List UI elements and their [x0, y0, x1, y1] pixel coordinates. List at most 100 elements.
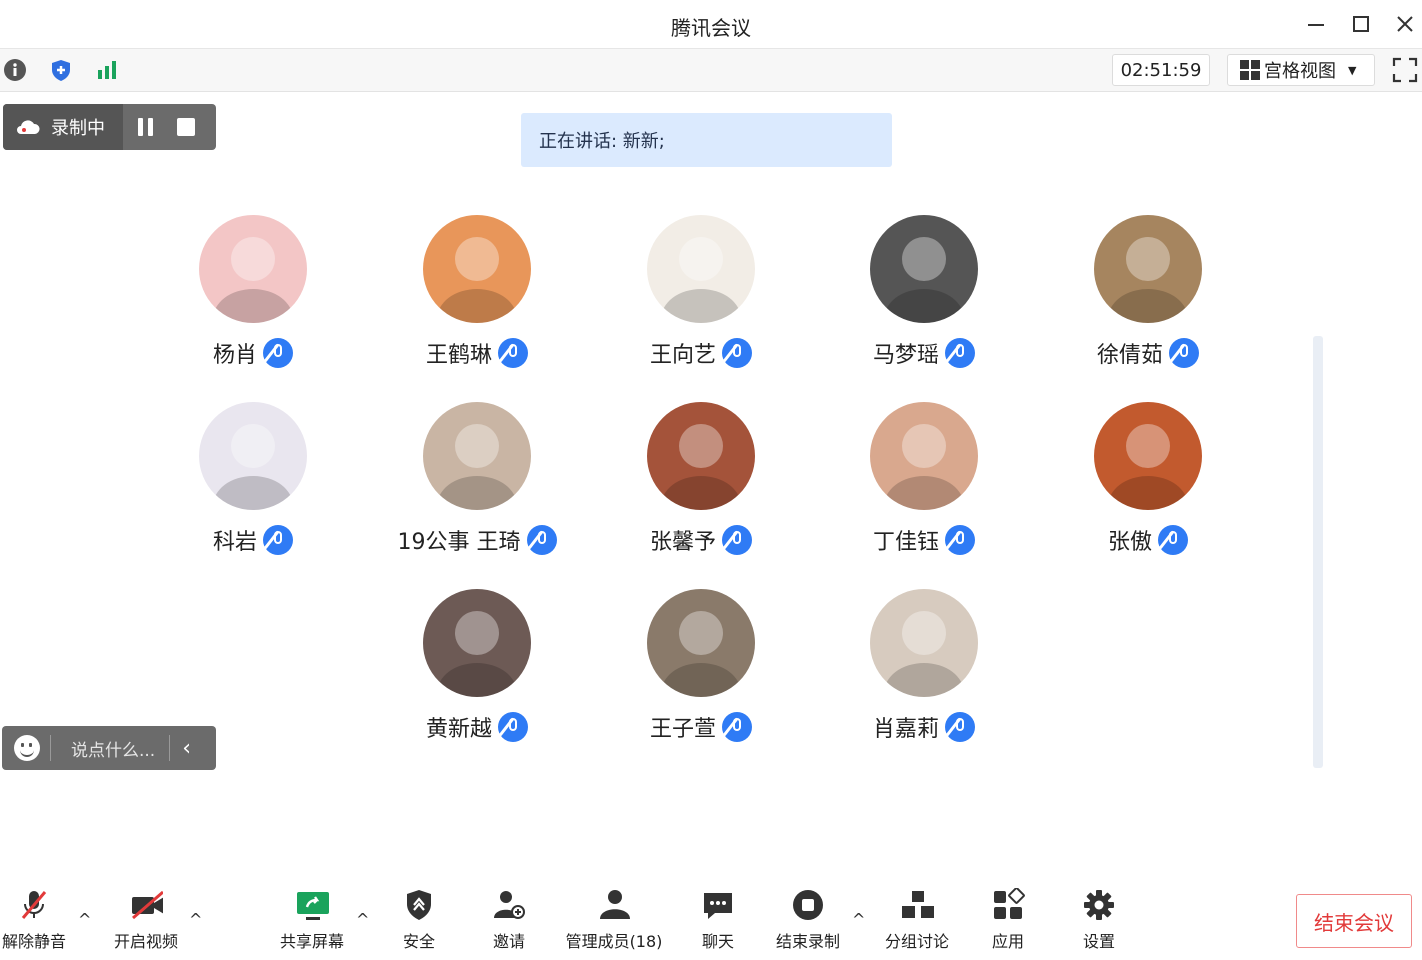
cloud-icon: [17, 120, 40, 134]
participant-name: 黄新越: [425, 717, 492, 742]
participant-name: 肖嘉莉: [872, 717, 939, 742]
participant-name: 科岩: [212, 530, 257, 555]
breakout-rooms-button[interactable]: 分组讨论: [882, 888, 952, 952]
participant-tile[interactable]: 黄新越: [365, 589, 589, 743]
participant-tile[interactable]: 肖嘉莉: [812, 589, 1036, 743]
window-title: 腾讯会议: [671, 16, 751, 40]
view-mode-dropdown[interactable]: 宫格视图 ▼: [1227, 54, 1375, 86]
avatar: [870, 215, 978, 323]
chat-label: 聊天: [701, 932, 734, 951]
start-video-label: 开启视频: [113, 932, 178, 951]
share-screen-label: 共享屏幕: [279, 932, 344, 951]
participant-tile[interactable]: 丁佳钰: [812, 402, 1036, 556]
video-options-caret[interactable]: ^: [189, 910, 202, 929]
microphone-muted-icon: [945, 525, 975, 555]
participant-tile[interactable]: 19公事 王琦: [365, 402, 589, 556]
manage-members-label: 管理成员(18): [565, 932, 663, 951]
participant-tile[interactable]: 科岩: [141, 402, 365, 556]
participant-tile[interactable]: 杨肖: [141, 215, 365, 369]
apps-label: 应用: [991, 932, 1024, 951]
participant-name: 张馨予: [649, 530, 716, 555]
avatar: [423, 589, 531, 697]
emoji-icon[interactable]: [14, 735, 40, 761]
camera-off-icon: [132, 890, 163, 920]
avatar: [647, 215, 755, 323]
share-screen-icon: [297, 892, 329, 920]
pause-recording-button[interactable]: [123, 118, 167, 136]
avatar: [870, 589, 978, 697]
gear-icon: [1084, 890, 1114, 920]
chevron-left-icon[interactable]: ‹: [182, 736, 191, 761]
microphone-muted-icon: [722, 525, 752, 555]
view-mode-label: 宫格视图: [1264, 61, 1336, 82]
participant-name: 马梦瑶: [872, 343, 939, 368]
breakout-rooms-label: 分组讨论: [884, 932, 949, 951]
share-options-caret[interactable]: ^: [356, 910, 369, 929]
security-label: 安全: [402, 932, 435, 951]
stop-recording-bottom-button[interactable]: 结束录制: [772, 888, 844, 952]
invite-label: 邀请: [492, 932, 525, 951]
stop-recording-button[interactable]: [177, 118, 195, 136]
participant-grid: 杨肖 王鹤琳 王向艺 马梦瑶 徐倩茹科岩 19公事 王琦 张馨予 丁佳钰 张傲黄新越 王子萱 肖嘉莉: [0, 180, 1300, 780]
maximize-icon: [1353, 16, 1369, 32]
speaking-text: 正在讲话: 新新;: [539, 131, 665, 152]
close-button[interactable]: [1391, 10, 1419, 38]
participant-tile[interactable]: 王鹤琳: [365, 215, 589, 369]
avatar: [1094, 402, 1202, 510]
end-meeting-button[interactable]: 结束会议: [1296, 894, 1412, 948]
avatar: [647, 589, 755, 697]
info-button[interactable]: [2, 57, 28, 83]
avatar: [199, 402, 307, 510]
network-status-button[interactable]: [94, 57, 120, 83]
avatar: [647, 402, 755, 510]
stop-record-icon: [793, 890, 823, 920]
meeting-toolbar: 02:51:59 宫格视图 ▼: [0, 49, 1422, 92]
title-bar: 腾讯会议: [0, 0, 1422, 49]
microphone-muted-icon: [498, 338, 528, 368]
add-user-icon: [494, 891, 525, 919]
grid-scrollbar[interactable]: [1313, 336, 1323, 768]
unmute-button[interactable]: 解除静音: [0, 888, 68, 952]
fullscreen-button[interactable]: [1392, 57, 1418, 83]
settings-label: 设置: [1082, 932, 1115, 951]
microphone-muted-icon: [526, 525, 557, 555]
security-status-button[interactable]: [48, 57, 74, 83]
participant-tile[interactable]: 张傲: [1036, 402, 1260, 556]
minimize-button[interactable]: [1302, 10, 1330, 38]
speaking-indicator: 正在讲话: 新新;: [521, 113, 892, 167]
microphone-muted-icon: [1158, 525, 1188, 555]
participant-tile[interactable]: 王向艺: [589, 215, 813, 369]
invite-button[interactable]: 邀请: [488, 888, 530, 952]
start-video-button[interactable]: 开启视频: [110, 888, 182, 952]
record-options-caret[interactable]: ^: [852, 910, 865, 929]
participant-tile[interactable]: 王子萱: [589, 589, 813, 743]
shield-icon: [407, 890, 431, 920]
avatar: [199, 215, 307, 323]
manage-members-button[interactable]: 管理成员(18): [560, 888, 668, 952]
maximize-button[interactable]: [1347, 10, 1375, 38]
participant-tile[interactable]: 张馨予: [589, 402, 813, 556]
participant-tile[interactable]: 马梦瑶: [812, 215, 1036, 369]
settings-button[interactable]: 设置: [1078, 888, 1120, 952]
meeting-timer: 02:51:59: [1112, 54, 1210, 86]
participant-tile[interactable]: 徐倩茹: [1036, 215, 1260, 369]
stop-recording-label: 结束录制: [775, 932, 840, 951]
microphone-muted-icon: [263, 338, 293, 368]
breakout-rooms-icon: [902, 891, 934, 918]
microphone-muted-icon: [263, 525, 293, 555]
audio-options-caret[interactable]: ^: [78, 910, 91, 929]
share-screen-button[interactable]: 共享屏幕: [276, 888, 348, 952]
unmute-label: 解除静音: [1, 932, 66, 951]
chat-input-placeholder[interactable]: 说点什么...: [71, 736, 155, 761]
quick-chat-bar[interactable]: 说点什么... ‹: [2, 726, 216, 770]
chevron-down-icon: ▼: [1348, 63, 1357, 77]
members-icon: [600, 890, 630, 919]
participant-name: 杨肖: [212, 343, 257, 368]
grid-view-icon: [1240, 60, 1260, 80]
apps-button[interactable]: 应用: [987, 888, 1029, 952]
bottom-control-bar: 解除静音 ^ 开启视频 ^ 共享屏幕 ^ 安全 邀请 管理成员(18) 聊天 结…: [0, 880, 1422, 960]
security-button[interactable]: 安全: [398, 888, 440, 952]
participant-name: 19公事 王琦: [397, 530, 521, 555]
fullscreen-icon: [1392, 57, 1418, 83]
chat-button[interactable]: 聊天: [697, 888, 739, 952]
